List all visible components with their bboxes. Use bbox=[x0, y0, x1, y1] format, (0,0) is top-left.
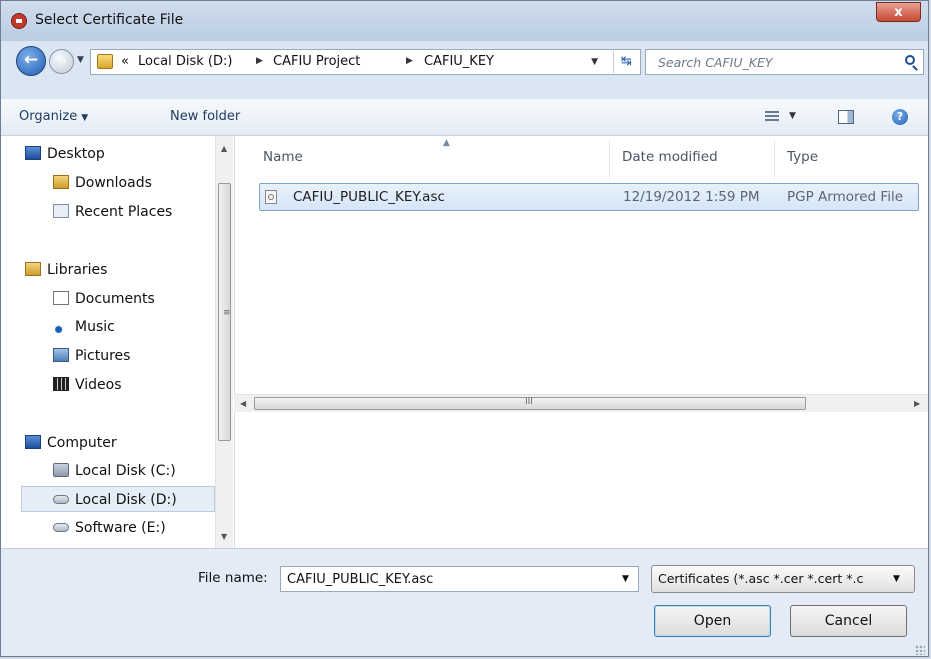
sort-ascending-icon: ▲ bbox=[443, 138, 450, 148]
sidebar-item-desktop[interactable]: Desktop bbox=[25, 141, 105, 167]
search-box[interactable] bbox=[645, 49, 924, 75]
navigation-bar: ← → ▼ « Local Disk (D:) ▶ CAFIU Project … bbox=[1, 41, 928, 79]
breadcrumb-overflow[interactable]: « bbox=[121, 54, 129, 69]
sidebar-item-label: Software (E:) bbox=[75, 520, 166, 536]
folder-icon bbox=[97, 54, 113, 69]
sidebar-item-label: Videos bbox=[75, 377, 122, 393]
computer-icon bbox=[25, 435, 41, 449]
command-toolbar: Organize ▼ New folder ▼ ? bbox=[1, 99, 928, 136]
column-divider[interactable] bbox=[609, 140, 610, 180]
breadcrumb-local-disk-d[interactable]: Local Disk (D:) bbox=[138, 54, 232, 69]
recent-locations-dropdown-icon[interactable]: ▼ bbox=[77, 55, 84, 65]
column-header-name[interactable]: Name bbox=[263, 149, 303, 165]
breadcrumb-cafiu-project[interactable]: CAFIU Project bbox=[273, 54, 360, 69]
column-header-date-modified[interactable]: Date modified bbox=[622, 149, 718, 165]
scrollbar-grip-icon: ≡ bbox=[223, 308, 231, 318]
file-type: PGP Armored File bbox=[787, 189, 904, 205]
breadcrumb-separator-icon[interactable]: ▶ bbox=[256, 56, 263, 66]
file-list-horizontal-scrollbar[interactable]: ◀ III ▶ bbox=[234, 394, 928, 412]
scroll-right-icon[interactable]: ▶ bbox=[914, 399, 920, 408]
breadcrumb-cafiu-key[interactable]: CAFIU_KEY bbox=[424, 54, 494, 69]
sidebar-item-label: Pictures bbox=[75, 348, 131, 364]
file-name-input[interactable] bbox=[280, 566, 639, 592]
sidebar-item-label: Recent Places bbox=[75, 204, 173, 220]
refresh-button[interactable]: ↹ bbox=[613, 51, 639, 73]
recent-places-icon bbox=[53, 204, 69, 218]
help-icon[interactable]: ? bbox=[892, 109, 908, 125]
scroll-up-icon[interactable]: ▲ bbox=[221, 144, 227, 153]
sidebar-item-label: Downloads bbox=[75, 175, 152, 191]
drive-icon bbox=[53, 523, 69, 532]
sidebar-item-label: Local Disk (C:) bbox=[75, 463, 176, 479]
sidebar-item-label: Local Disk (D:) bbox=[75, 492, 177, 508]
drive-icon bbox=[53, 495, 69, 504]
pictures-icon bbox=[53, 348, 69, 362]
scroll-left-icon[interactable]: ◀ bbox=[240, 399, 246, 408]
scrollbar-grip-icon: III bbox=[525, 397, 533, 407]
column-divider[interactable] bbox=[774, 140, 775, 180]
navigation-pane: Desktop Downloads Recent Places Librarie… bbox=[1, 136, 234, 548]
file-type-filter-select[interactable]: Certificates (*.asc *.cer *.cert *.c bbox=[651, 565, 915, 593]
file-name-label: File name: bbox=[198, 570, 268, 586]
dialog-footer: File name: ▼ Certificates (*.asc *.cer *… bbox=[1, 548, 928, 656]
column-header-type[interactable]: Type bbox=[787, 149, 818, 165]
desktop-icon bbox=[25, 146, 41, 160]
search-input[interactable] bbox=[646, 50, 886, 74]
scrollbar-thumb[interactable]: ≡ bbox=[218, 183, 231, 441]
sidebar-item-recent-places[interactable]: Recent Places bbox=[53, 199, 172, 225]
forward-button[interactable]: → bbox=[49, 49, 74, 74]
cancel-button[interactable]: Cancel bbox=[790, 605, 907, 637]
open-button[interactable]: Open bbox=[654, 605, 771, 637]
file-name: CAFIU_PUBLIC_KEY.asc bbox=[293, 189, 445, 205]
app-icon bbox=[11, 13, 27, 29]
libraries-icon bbox=[25, 262, 41, 276]
sidebar-item-label: Computer bbox=[47, 435, 117, 451]
file-list-pane: ▲ Name Date modified Type CAFIU_PUBLIC_K… bbox=[234, 136, 928, 548]
sidebar-vertical-scrollbar[interactable]: ▲ ≡ ▼ bbox=[215, 136, 233, 548]
sidebar-item-pictures[interactable]: Pictures bbox=[53, 343, 130, 369]
resize-grip-icon[interactable] bbox=[915, 645, 925, 655]
file-name-dropdown-icon[interactable]: ▼ bbox=[622, 574, 629, 584]
address-bar[interactable]: « Local Disk (D:) ▶ CAFIU Project ▶ CAFI… bbox=[90, 49, 641, 75]
organize-button[interactable]: Organize ▼ bbox=[19, 109, 88, 124]
scroll-down-icon[interactable]: ▼ bbox=[221, 532, 227, 541]
music-icon bbox=[53, 319, 69, 333]
file-row[interactable]: CAFIU_PUBLIC_KEY.asc 12/19/2012 1:59 PM … bbox=[259, 183, 919, 211]
sidebar-item-label: Desktop bbox=[47, 146, 105, 162]
preview-pane-icon[interactable] bbox=[838, 110, 854, 124]
sidebar-item-label: Libraries bbox=[47, 262, 108, 278]
sidebar-item-local-disk-d[interactable]: Local Disk (D:) bbox=[21, 486, 215, 512]
downloads-icon bbox=[53, 175, 69, 189]
change-view-icon[interactable] bbox=[765, 111, 779, 123]
videos-icon bbox=[53, 377, 69, 391]
file-date-modified: 12/19/2012 1:59 PM bbox=[623, 189, 760, 205]
address-dropdown-icon[interactable]: ▼ bbox=[591, 57, 598, 67]
chevron-down-icon: ▼ bbox=[81, 113, 89, 123]
dialog-title: Select Certificate File bbox=[35, 12, 184, 28]
sidebar-item-label: Documents bbox=[75, 291, 155, 307]
sidebar-item-software-e[interactable]: Software (E:) bbox=[53, 515, 166, 541]
sidebar-item-label: Music bbox=[75, 319, 115, 335]
sidebar-item-music[interactable]: Music bbox=[53, 314, 115, 340]
sidebar-item-computer[interactable]: Computer bbox=[25, 430, 117, 456]
back-button[interactable]: ← bbox=[16, 46, 46, 76]
title-bar[interactable]: Select Certificate File x bbox=[1, 1, 928, 41]
scrollbar-thumb[interactable]: III bbox=[254, 397, 806, 410]
search-icon[interactable] bbox=[905, 55, 915, 65]
sidebar-item-videos[interactable]: Videos bbox=[53, 372, 122, 398]
sidebar-item-local-disk-c[interactable]: Local Disk (C:) bbox=[53, 458, 176, 484]
organize-label: Organize bbox=[19, 109, 78, 124]
breadcrumb-separator-icon[interactable]: ▶ bbox=[406, 56, 413, 66]
sidebar-item-documents[interactable]: Documents bbox=[53, 286, 155, 312]
drive-icon bbox=[53, 463, 69, 477]
chevron-down-icon[interactable]: ▼ bbox=[893, 574, 900, 584]
close-button[interactable]: x bbox=[876, 2, 921, 22]
view-options-dropdown-icon[interactable]: ▼ bbox=[789, 111, 796, 121]
documents-icon bbox=[53, 291, 69, 305]
sidebar-item-libraries[interactable]: Libraries bbox=[25, 257, 107, 283]
new-folder-button[interactable]: New folder bbox=[170, 109, 240, 124]
select-certificate-dialog: Select Certificate File x ← → ▼ « Local … bbox=[0, 0, 929, 657]
sidebar-item-downloads[interactable]: Downloads bbox=[53, 170, 152, 196]
certificate-file-icon bbox=[265, 190, 277, 204]
